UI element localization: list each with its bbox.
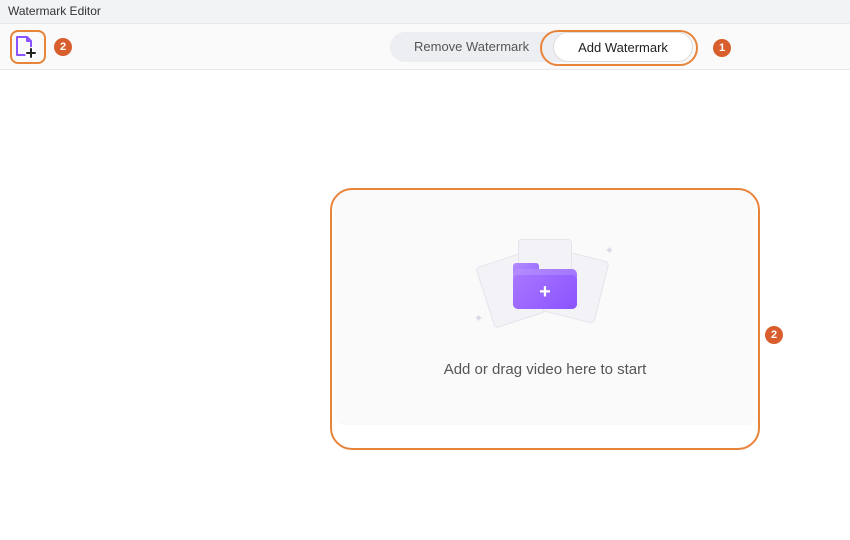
tab-remove-watermark[interactable]: Remove Watermark [390,32,553,62]
tab-add-watermark[interactable]: Add Watermark [553,32,693,62]
toolbar: Remove Watermark Add Watermark [0,24,850,70]
watermark-tab-group: Remove Watermark Add Watermark [390,32,693,62]
dropzone-graphic: ✦ ✦ + [470,238,620,333]
video-dropzone[interactable]: ✦ ✦ + Add or drag video here to start [335,190,755,425]
sparkle-icon: ✦ [474,312,483,325]
sparkle-icon: ✦ [605,244,614,257]
content-area: ✦ ✦ + Add or drag video here to start [0,70,850,540]
folder-add-icon: + [513,261,577,309]
add-file-icon [12,34,38,60]
window-title: Watermark Editor [8,4,101,18]
add-file-button[interactable] [10,32,40,62]
window-titlebar: Watermark Editor [0,0,850,24]
dropzone-prompt: Add or drag video here to start [444,361,647,378]
